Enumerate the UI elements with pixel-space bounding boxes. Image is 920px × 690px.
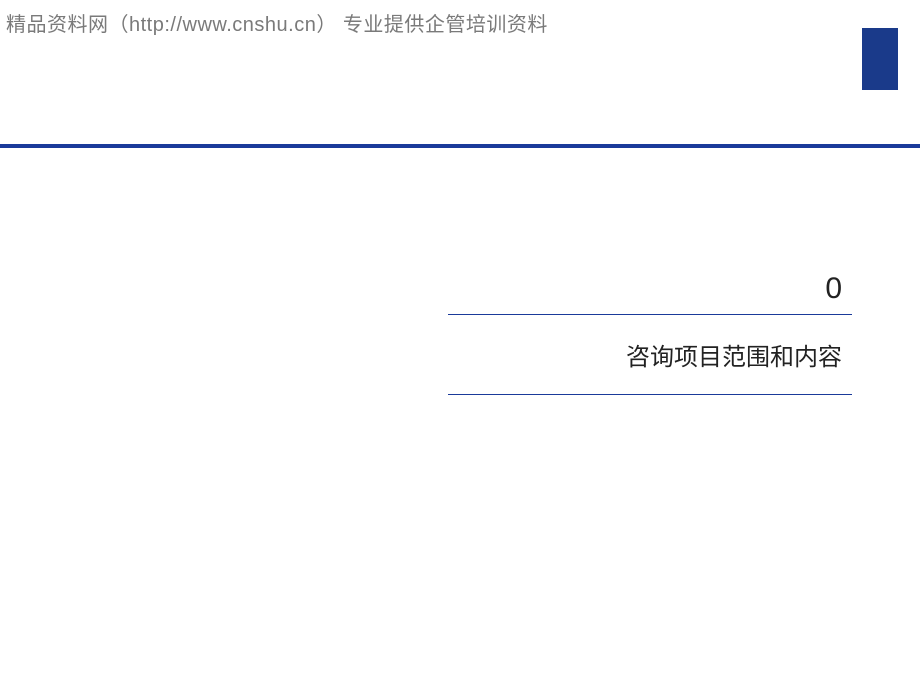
section-title: 咨询项目范围和内容	[448, 315, 852, 394]
watermark-text: 精品资料网（http://www.cnshu.cn） 专业提供企管培训资料	[6, 8, 548, 37]
section-divider-bottom	[448, 394, 852, 395]
section-header-block: 0 咨询项目范围和内容	[448, 272, 852, 395]
header-divider	[0, 144, 920, 148]
section-number: 0	[448, 272, 852, 306]
corner-accent-box	[862, 28, 898, 90]
